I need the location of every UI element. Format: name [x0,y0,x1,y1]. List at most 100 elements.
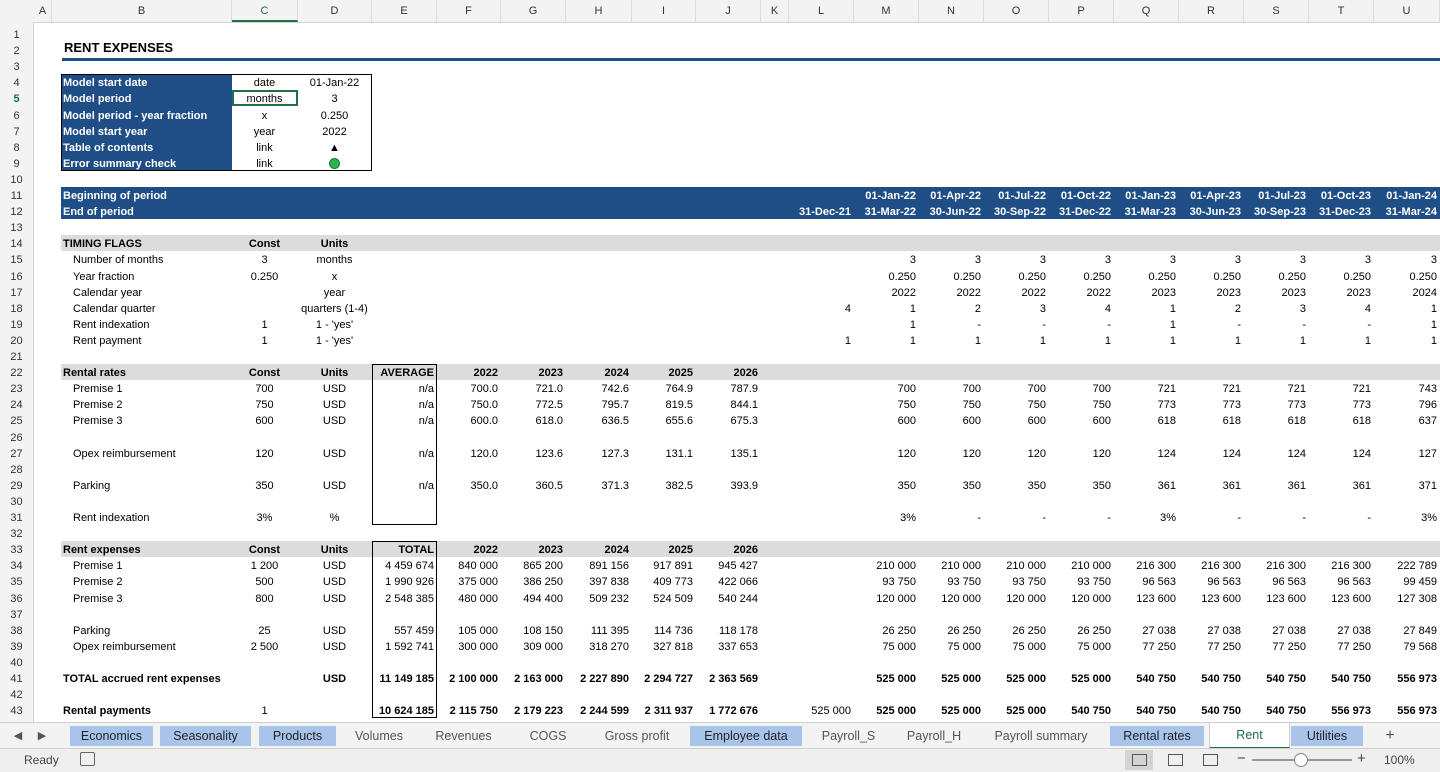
info-label[interactable]: Table of contents [63,140,238,156]
period-value[interactable]: - [986,510,1046,526]
period-value[interactable]: 123 600 [1116,591,1176,607]
add-sheet-button[interactable]: + [1378,726,1402,746]
zoom-slider-thumb[interactable] [1294,753,1308,767]
period-value[interactable]: 361 [1311,478,1371,494]
period-value[interactable]: 350 [1051,478,1111,494]
period-value[interactable]: 556 973 [1376,671,1437,687]
period-value[interactable]: 796 [1376,397,1437,413]
row-label[interactable]: Number of months [73,252,248,268]
year-value[interactable]: 118 178 [698,623,758,639]
period-value[interactable]: 2023 [1246,285,1306,301]
year-value[interactable]: 1 772 676 [698,703,758,719]
period-value[interactable]: 540 750 [1116,703,1176,719]
column-header-J[interactable]: J [696,0,761,22]
period-value[interactable]: 124 [1116,446,1176,462]
scroll-tabs-left-icon[interactable]: ◀ [8,726,28,746]
period-value[interactable]: 120 000 [856,591,916,607]
period-value[interactable]: 750 [1051,397,1111,413]
year-value[interactable]: 300 000 [439,639,498,655]
period-value[interactable]: 3 [986,252,1046,268]
period-value[interactable]: 27 038 [1116,623,1176,639]
const-value[interactable]: 800 [234,591,295,607]
sheet-tab-payroll-summary[interactable]: Payroll summary [978,726,1104,746]
period-value[interactable]: 26 250 [986,623,1046,639]
year-value[interactable]: 945 427 [698,558,758,574]
year-value[interactable] [503,510,563,526]
year-value[interactable]: 2 115 750 [439,703,498,719]
year-value[interactable]: 350.0 [439,478,498,494]
sheet-tab-payroll-h[interactable]: Payroll_H [894,726,974,746]
year-header[interactable]: 2025 [634,542,693,558]
period-value[interactable]: 540 750 [1051,703,1111,719]
row-label[interactable]: Opex reimbursement [73,446,248,462]
period-value[interactable]: 79 568 [1376,639,1437,655]
period-value[interactable]: 540 750 [1181,703,1241,719]
period-value[interactable]: 600 [1051,413,1111,429]
period-value[interactable]: - [921,510,981,526]
year-value[interactable]: 114 736 [634,623,693,639]
year-value[interactable]: 891 156 [568,558,629,574]
period-value[interactable]: 2024 [1376,285,1437,301]
period-value[interactable]: 3 [1181,252,1241,268]
column-header-L[interactable]: L [789,0,854,22]
row-label[interactable]: TOTAL accrued rent expenses [63,671,238,687]
period-value[interactable]: 743 [1376,381,1437,397]
year-value[interactable]: 844.1 [698,397,758,413]
units-value[interactable]: x [300,269,369,285]
period-value[interactable]: - [1246,317,1306,333]
period-value[interactable]: 0.250 [1051,269,1111,285]
aggregate-value[interactable]: 1 990 926 [374,574,434,590]
units-value[interactable]: 1 - 'yes' [300,333,369,349]
const-value[interactable]: 1 [234,703,295,719]
period-value[interactable]: 2022 [856,285,916,301]
aggregate-value[interactable]: n/a [374,397,434,413]
period-value[interactable]: 3 [1246,301,1306,317]
info-unit[interactable]: link [234,140,295,156]
sheet-tab-rent[interactable]: Rent [1209,723,1290,749]
year-value[interactable]: 480 000 [439,591,498,607]
units-value[interactable]: USD [300,623,369,639]
period-value[interactable]: 700 [856,381,916,397]
period-value[interactable]: 1 [856,301,916,317]
row-label[interactable]: Premise 1 [73,558,248,574]
row-label[interactable]: Premise 1 [73,381,248,397]
aggregate-value[interactable]: 10 624 185 [374,703,434,719]
row-header-2[interactable]: 2 [0,43,33,59]
year-value[interactable]: 120.0 [439,446,498,462]
zoom-out-icon[interactable]: − [1237,750,1246,767]
period-value[interactable]: 540 750 [1246,703,1306,719]
year-value[interactable]: 2 163 000 [503,671,563,687]
info-value[interactable]: 2022 [300,124,369,140]
row-header-28[interactable]: 28 [0,462,33,478]
period-value[interactable]: 124 [1246,446,1306,462]
section-title[interactable]: TIMING FLAGS [63,236,238,252]
info-unit[interactable]: year [234,124,295,140]
info-label[interactable]: Error summary check [63,156,238,172]
column-header-P[interactable]: P [1049,0,1114,22]
row-label[interactable]: Premise 3 [73,591,248,607]
period-value[interactable]: 2022 [986,285,1046,301]
period-value[interactable]: 1 [986,333,1046,349]
const-value[interactable] [234,301,295,317]
period-end-date[interactable]: 31-Dec-21 [791,204,851,220]
row-header-34[interactable]: 34 [0,558,33,574]
period-value[interactable]: 773 [1116,397,1176,413]
period-value[interactable]: 700 [921,381,981,397]
period-value[interactable]: - [1181,317,1241,333]
period-value[interactable]: 525 000 [856,671,916,687]
period-value[interactable]: - [1051,317,1111,333]
period-begin-date[interactable]: 01-Oct-22 [1051,188,1111,204]
row-header-43[interactable]: 43 [0,703,33,719]
period-value[interactable]: 75 000 [986,639,1046,655]
period-value[interactable]: 0.250 [986,269,1046,285]
year-value[interactable]: 742.6 [568,381,629,397]
row-header-37[interactable]: 37 [0,607,33,623]
opening-value[interactable] [791,671,851,687]
period-end-date[interactable]: 30-Jun-23 [1181,204,1241,220]
year-value[interactable]: 2 227 890 [568,671,629,687]
row-label[interactable]: Rent indexation [73,510,248,526]
year-value[interactable]: 636.5 [568,413,629,429]
row-header-41[interactable]: 41 [0,671,33,687]
period-value[interactable]: 0.250 [1311,269,1371,285]
year-value[interactable]: 422 066 [698,574,758,590]
